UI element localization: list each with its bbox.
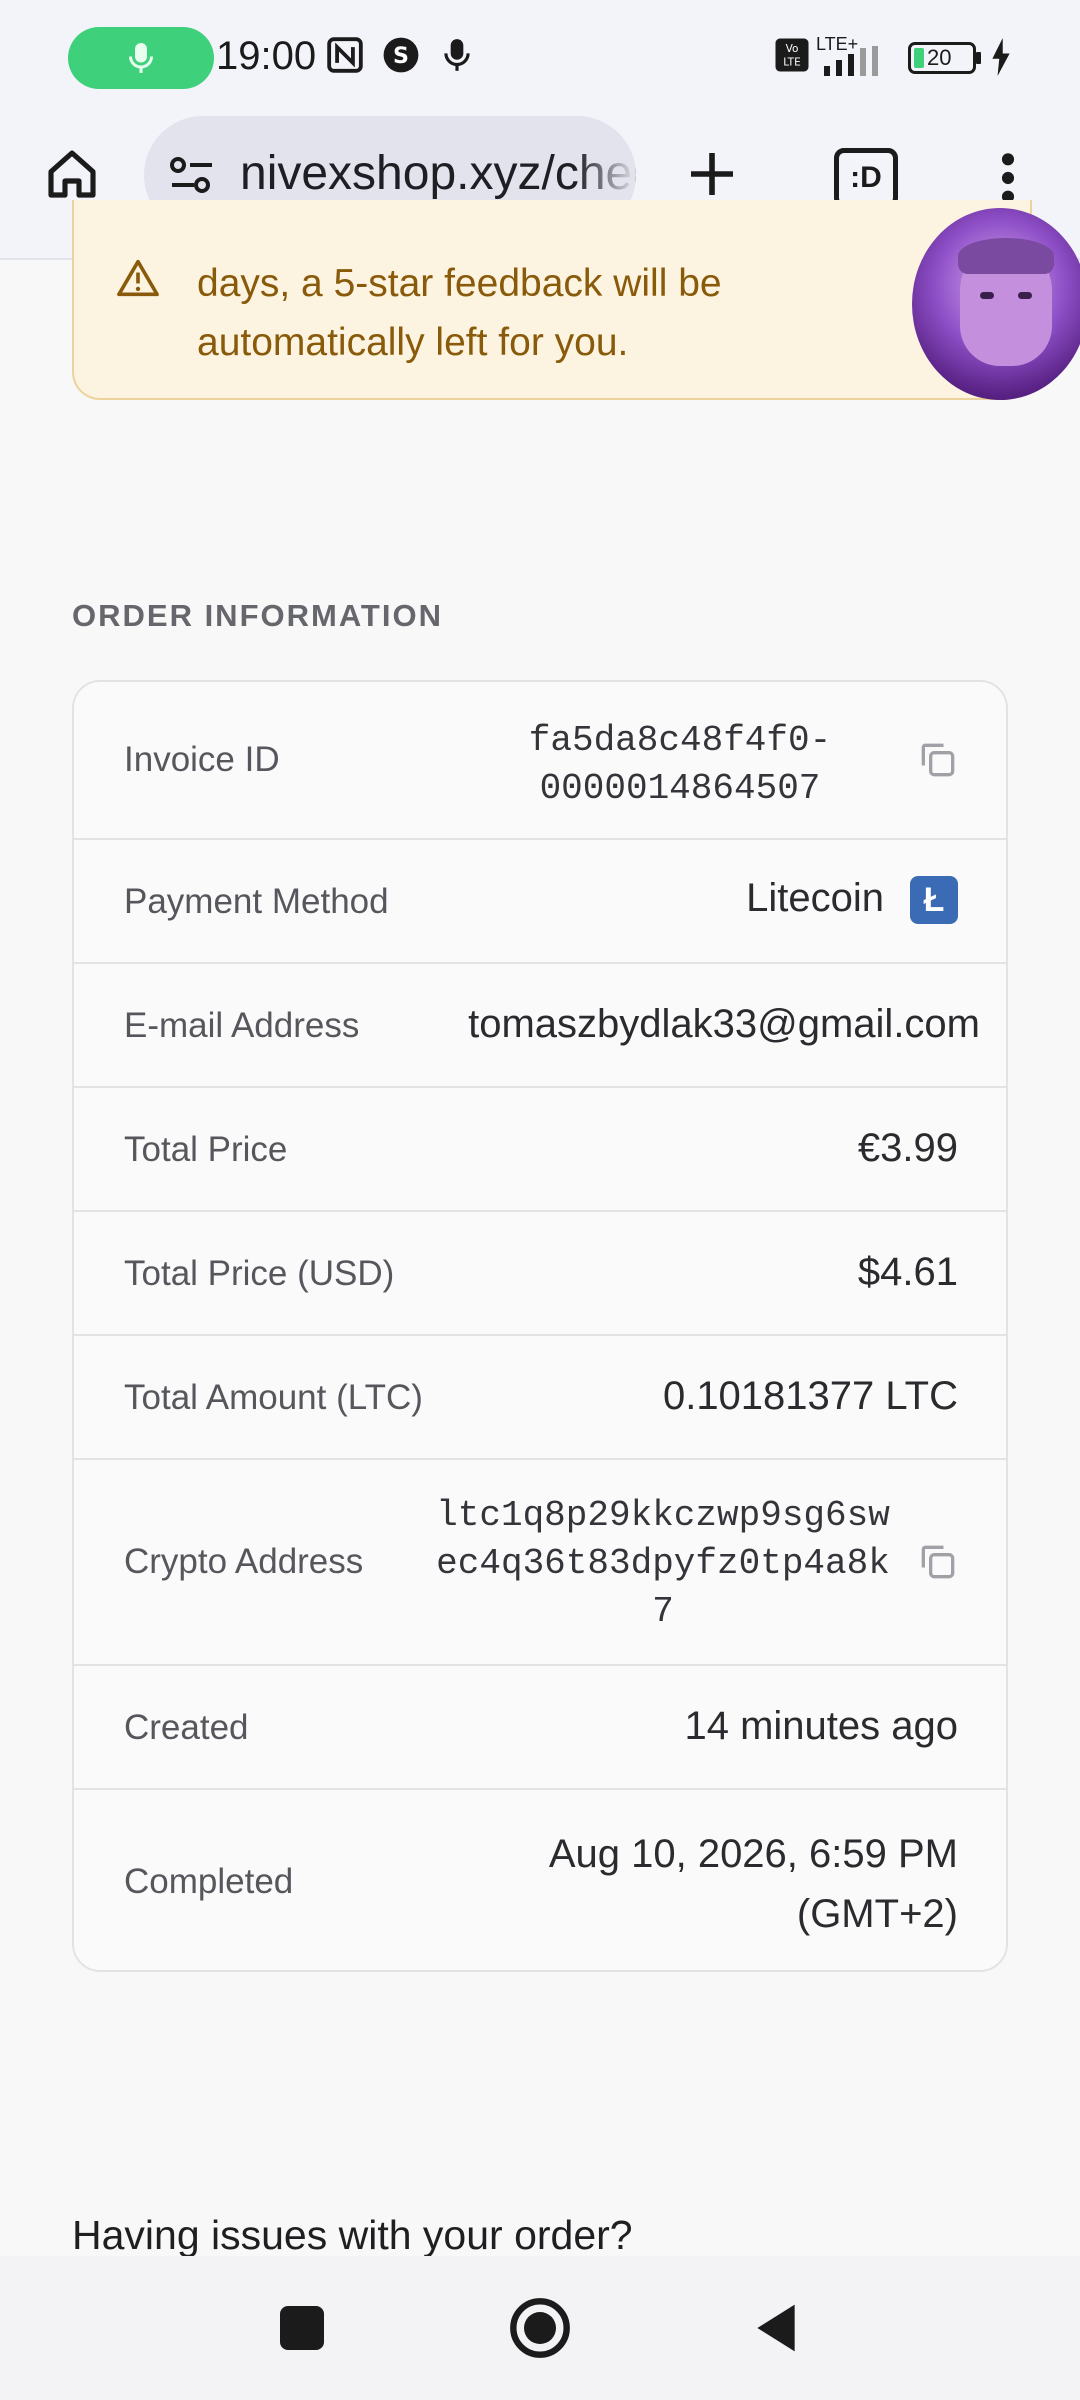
- total-price-usd-value: $4.61: [857, 1250, 958, 1294]
- invoice-id-label: Invoice ID: [124, 740, 280, 779]
- email-value: tomaszbydlak33@gmail.com: [468, 1002, 980, 1046]
- total-price-label: Total Price: [124, 1130, 288, 1169]
- copy-icon[interactable]: [916, 738, 960, 782]
- total-price-usd-row: Total Price (USD) $4.61: [74, 1212, 1006, 1336]
- order-information-title: ORDER INFORMATION: [72, 598, 443, 633]
- svg-text:Vo: Vo: [786, 43, 799, 55]
- signal-strength-icon: [824, 46, 878, 76]
- svg-text:LTE: LTE: [783, 57, 800, 69]
- total-amount-ltc-row: Total Amount (LTC) 0.10181377 LTC: [74, 1336, 1006, 1460]
- total-price-usd-label: Total Price (USD): [124, 1254, 395, 1293]
- payment-method-name: Litecoin: [746, 876, 884, 920]
- completed-row: Completed Aug 10, 2026, 6:59 PM (GMT+2): [74, 1790, 1006, 1970]
- more-menu-icon[interactable]: [996, 150, 1020, 206]
- nfc-icon: [327, 37, 363, 73]
- warning-triangle-icon: [117, 259, 159, 297]
- tab-switcher-button[interactable]: :D: [834, 148, 898, 208]
- created-label: Created: [124, 1708, 249, 1747]
- url-text[interactable]: nivexshop.xyz/checkout: [240, 146, 636, 201]
- system-navigation-bar: [0, 2256, 1080, 2400]
- alert-text: days, a 5-star feedback will be automati…: [197, 262, 722, 364]
- litecoin-icon: Ł: [910, 876, 958, 925]
- completed-value: Aug 10, 2026, 6:59 PM (GMT+2): [548, 1832, 958, 1936]
- email-row: E-mail Address tomaszbydlak33@gmail.com: [74, 964, 1006, 1088]
- crypto-address-label: Crypto Address: [124, 1542, 364, 1581]
- created-row: Created 14 minutes ago: [74, 1666, 1006, 1790]
- charging-icon: [992, 38, 1010, 76]
- total-price-row: Total Price €3.99: [74, 1088, 1006, 1212]
- battery-icon: 20: [908, 42, 976, 74]
- feedback-alert: days, a 5-star feedback will be automati…: [72, 200, 1032, 400]
- total-price-value: €3.99: [857, 1126, 958, 1170]
- crypto-address-value: ltc1q8p29kkczwp9sg6swec4q36t83dpyfz0tp4a…: [436, 1495, 890, 1632]
- completed-label: Completed: [124, 1862, 294, 1901]
- new-tab-icon[interactable]: [684, 146, 740, 202]
- app-s-icon: S: [383, 37, 419, 73]
- mic-active-indicator[interactable]: [68, 27, 214, 89]
- home-button-icon[interactable]: [508, 2296, 572, 2360]
- payment-method-label: Payment Method: [124, 882, 389, 921]
- crypto-address-row: Crypto Address ltc1q8p29kkczwp9sg6swec4q…: [74, 1460, 1006, 1666]
- order-information-table: Invoice ID fa5da8c48f4f0-0000014864507 P…: [72, 680, 1008, 1972]
- payment-method-row: Payment Method Litecoin Ł: [74, 840, 1006, 964]
- home-icon[interactable]: [44, 146, 100, 202]
- volte-icon: Vo LTE: [775, 38, 809, 72]
- site-settings-icon[interactable]: [168, 154, 216, 196]
- battery-level: 20: [927, 45, 952, 70]
- svg-text:S: S: [393, 43, 409, 69]
- total-amount-ltc-label: Total Amount (LTC): [124, 1378, 423, 1417]
- created-value: 14 minutes ago: [684, 1704, 958, 1748]
- invoice-id-value: fa5da8c48f4f0-0000014864507: [528, 720, 832, 809]
- status-bar: 19:00 S Vo LTE LTE+ 20: [0, 0, 1080, 116]
- floating-avatar-bubble[interactable]: [912, 208, 1080, 400]
- copy-icon[interactable]: [916, 1540, 960, 1584]
- back-button-icon[interactable]: [752, 2300, 800, 2356]
- total-amount-ltc-value: 0.10181377 LTC: [662, 1374, 958, 1418]
- recent-apps-button[interactable]: [280, 2306, 324, 2350]
- invoice-id-row: Invoice ID fa5da8c48f4f0-0000014864507: [74, 682, 1006, 840]
- payment-method-value: Litecoin Ł: [746, 876, 958, 925]
- microphone-small-icon: [444, 39, 470, 71]
- microphone-icon: [129, 43, 153, 73]
- email-label: E-mail Address: [124, 1006, 360, 1045]
- help-heading: Having issues with your order?: [72, 2212, 633, 2258]
- status-time: 19:00: [216, 34, 317, 78]
